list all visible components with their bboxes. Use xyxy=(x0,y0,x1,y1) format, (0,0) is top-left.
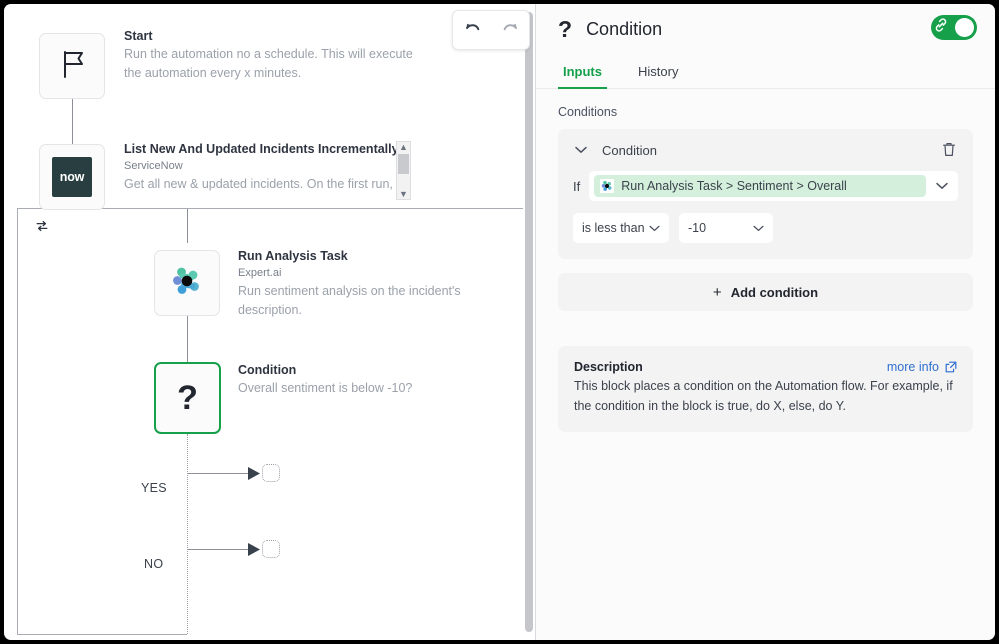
branch-label-no: NO xyxy=(144,557,163,571)
tab-history[interactable]: History xyxy=(633,64,683,89)
description-body: This block places a condition on the Aut… xyxy=(574,377,957,416)
undo-icon xyxy=(464,21,481,40)
canvas-scrollbar[interactable] xyxy=(523,4,535,640)
delete-condition-button[interactable] xyxy=(941,141,959,159)
operator-select[interactable]: is less than xyxy=(573,213,669,243)
if-label: If xyxy=(573,179,580,194)
chevron-down-icon xyxy=(936,177,948,195)
node-subtitle-run-analysis-task: Expert.ai xyxy=(238,265,518,282)
flow-node-start-text: Start Run the automation no a schedule. … xyxy=(124,28,424,83)
servicenow-logo: now xyxy=(52,157,92,197)
condition-field-token: Run Analysis Task > Sentiment > Overall xyxy=(594,175,926,197)
panel-body: Conditions Condition xyxy=(536,89,995,432)
flag-icon xyxy=(55,47,89,86)
tab-inputs[interactable]: Inputs xyxy=(558,64,607,89)
ghost-node-yes[interactable] xyxy=(262,464,280,482)
external-link-icon xyxy=(945,361,957,373)
chevron-down-icon[interactable] xyxy=(573,142,589,158)
question-mark-icon: ? xyxy=(558,18,572,41)
flow-node-start[interactable] xyxy=(39,33,105,99)
node-description-run-analysis-task: Run sentiment analysis on the incident's… xyxy=(238,282,518,320)
loop-bracket-top-line xyxy=(187,208,535,209)
more-info-link[interactable]: more info xyxy=(887,360,957,374)
application-window: YES NO Start Run the automation no a sch… xyxy=(4,4,995,640)
history-toolbar xyxy=(452,10,530,50)
automation-flow-canvas[interactable]: YES NO Start Run the automation no a sch… xyxy=(4,4,536,640)
question-mark-icon: ? xyxy=(177,381,198,415)
redo-button[interactable] xyxy=(497,17,523,43)
scrollbar-thumb[interactable] xyxy=(398,154,409,174)
connector-loop-to-analysis xyxy=(187,209,188,243)
branch-arrow-no xyxy=(247,542,263,562)
chevron-down-icon xyxy=(649,221,660,235)
chevron-down-icon xyxy=(753,221,764,235)
expertai-logo xyxy=(168,262,206,305)
flow-node-servicenow[interactable]: now xyxy=(39,144,105,210)
add-condition-label: Add condition xyxy=(731,285,818,300)
condition-field-text: Run Analysis Task > Sentiment > Overall xyxy=(621,179,847,193)
flow-node-condition[interactable]: ? xyxy=(154,362,221,434)
condition-card-title: Condition xyxy=(602,143,657,158)
node-subtitle-servicenow: ServiceNow xyxy=(124,158,412,175)
panel-title: Condition xyxy=(586,19,662,40)
branch-line-yes xyxy=(188,473,250,474)
connector-condition-branches xyxy=(187,434,188,634)
node-description-condition: Overall sentiment is below -10? xyxy=(238,379,518,398)
condition-field-select[interactable]: Run Analysis Task > Sentiment > Overall xyxy=(589,171,958,201)
branch-label-yes: YES xyxy=(141,481,167,495)
condition-card-header: Condition xyxy=(573,142,958,158)
add-condition-button[interactable]: + Add condition xyxy=(558,273,973,311)
branch-arrow-yes xyxy=(247,466,263,486)
node-title-servicenow: List New And Updated Incidents Increment… xyxy=(124,141,412,158)
more-info-label: more info xyxy=(887,360,939,374)
link-toggle-switch[interactable] xyxy=(931,15,977,40)
ghost-node-no[interactable] xyxy=(262,540,280,558)
flow-node-servicenow-text: List New And Updated Incidents Increment… xyxy=(124,141,412,201)
conditions-section-label: Conditions xyxy=(558,105,973,119)
node-title-start: Start xyxy=(124,28,424,45)
flow-node-condition-text: Condition Overall sentiment is below -10… xyxy=(238,362,518,398)
connector-analysis-to-condition xyxy=(187,316,188,362)
panel-tabs: Inputs History xyxy=(536,54,995,89)
branch-line-no xyxy=(188,549,250,550)
block-details-panel: ? Condition Inputs History Conditions xyxy=(536,4,995,640)
redo-icon xyxy=(502,21,519,40)
condition-value: -10 xyxy=(688,221,706,235)
link-icon xyxy=(934,18,948,37)
loop-icon xyxy=(34,218,50,234)
scroll-down-arrow[interactable]: ▼ xyxy=(399,189,408,199)
panel-header: ? Condition xyxy=(536,4,995,54)
expertai-logo xyxy=(600,179,614,193)
condition-card: Condition If xyxy=(558,129,973,259)
node-title-condition: Condition xyxy=(238,362,518,379)
node-text-scrollbar[interactable]: ▲ ▼ xyxy=(396,141,411,200)
flow-node-run-analysis-task-text: Run Analysis Task Expert.ai Run sentimen… xyxy=(238,248,518,320)
node-title-run-analysis-task: Run Analysis Task xyxy=(238,248,518,265)
servicenow-logo-text: now xyxy=(60,170,84,184)
toggle-knob xyxy=(955,18,974,37)
scroll-up-arrow[interactable]: ▲ xyxy=(399,142,408,152)
value-select[interactable]: -10 xyxy=(679,213,773,243)
canvas-scrollbar-thumb[interactable] xyxy=(525,12,533,632)
flow-node-run-analysis-task[interactable] xyxy=(154,250,220,316)
plus-icon: + xyxy=(713,284,722,301)
connector-start-to-servicenow xyxy=(72,99,73,144)
operator-value: is less than xyxy=(582,221,645,235)
condition-if-row: If xyxy=(573,171,958,201)
description-card: Description more info This block places … xyxy=(558,346,973,432)
node-description-start: Run the automation no a schedule. This w… xyxy=(124,45,424,83)
undo-button[interactable] xyxy=(459,17,485,43)
condition-operator-row: is less than -10 xyxy=(573,213,958,243)
node-description-servicenow: Get all new & updated incidents. On the … xyxy=(124,175,412,194)
